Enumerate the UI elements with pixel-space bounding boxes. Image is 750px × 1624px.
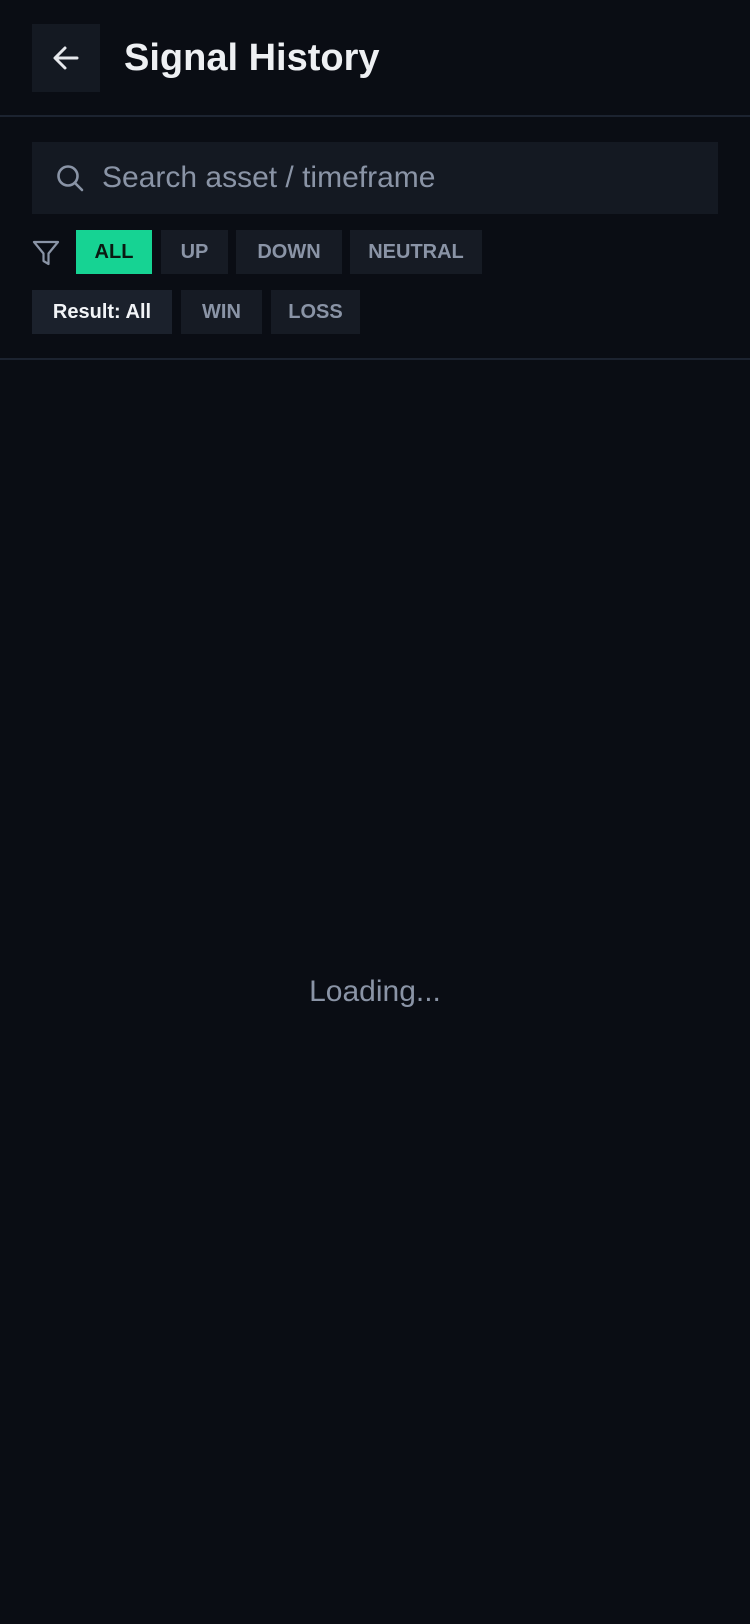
result-chip-all[interactable]: Result: All	[32, 290, 172, 334]
loading-text: Loading...	[309, 975, 441, 1008]
filter-panel: ALL UP DOWN NEUTRAL Result: All WIN LOSS	[0, 117, 750, 360]
app-header: Signal History	[0, 0, 750, 117]
direction-chip-all[interactable]: ALL	[76, 230, 152, 274]
filter-icon	[32, 240, 60, 266]
result-chip-loss[interactable]: LOSS	[271, 290, 360, 334]
search-input[interactable]	[102, 142, 702, 214]
arrow-left-icon	[53, 46, 79, 70]
direction-chip-up[interactable]: UP	[161, 230, 228, 274]
back-button[interactable]	[32, 24, 100, 92]
direction-chip-down[interactable]: DOWN	[236, 230, 342, 274]
signal-list: Loading...	[0, 360, 750, 1624]
search-box[interactable]	[32, 142, 718, 214]
result-chip-win[interactable]: WIN	[181, 290, 262, 334]
search-icon	[57, 165, 84, 192]
page-title: Signal History	[124, 37, 380, 79]
direction-chip-neutral[interactable]: NEUTRAL	[350, 230, 482, 274]
